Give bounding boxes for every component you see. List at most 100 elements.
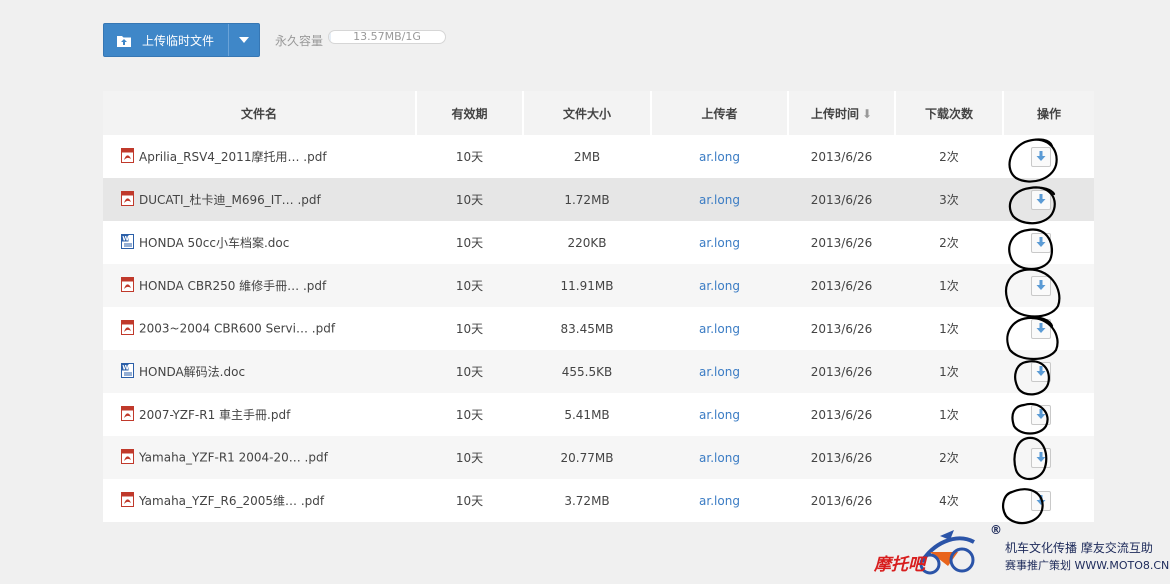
table-header-row: 文件名 有效期 文件大小 上传者 上传时间 ⬇ 下载次数 操作 xyxy=(103,91,1094,135)
uploader-link[interactable]: ar.long xyxy=(699,279,740,293)
quota-text: 13.57MB/1G xyxy=(353,30,421,43)
uploader-cell: ar.long xyxy=(651,436,788,479)
uploader-link[interactable]: ar.long xyxy=(699,408,740,422)
file-name-cell[interactable]: W HONDA解码法.doc xyxy=(103,350,416,393)
validity-cell: 10天 xyxy=(416,264,523,307)
file-name[interactable]: 2007-YZF-R1 車主手冊.pdf xyxy=(139,408,290,422)
file-name[interactable]: HONDA 50cc小车档案.doc xyxy=(139,236,289,250)
file-name[interactable]: Yamaha_YZF-R1 2004-20… .pdf xyxy=(139,451,328,465)
sort-down-icon: ⬇ xyxy=(861,106,873,121)
download-count-cell: 1次 xyxy=(895,264,1003,307)
table-row[interactable]: 2003~2004 CBR600 Servi… .pdf 10天 83.45MB ar… xyxy=(103,307,1094,350)
download-arrow-icon xyxy=(1036,451,1045,462)
file-table: 文件名 有效期 文件大小 上传者 上传时间 ⬇ 下载次数 操作 Aprilia_R… xyxy=(103,91,1094,522)
table-row[interactable]: 2007-YZF-R1 車主手冊.pdf 10天 5.41MB ar.long 2013… xyxy=(103,393,1094,436)
download-button[interactable] xyxy=(1030,232,1051,253)
word-file-icon: W xyxy=(120,234,135,249)
download-count-cell: 1次 xyxy=(895,393,1003,436)
download-count-cell: 1次 xyxy=(895,307,1003,350)
table-row[interactable]: W HONDA 50cc小车档案.doc 10天 220KB ar.long 2013/6… xyxy=(103,221,1094,264)
uploader-link[interactable]: ar.long xyxy=(699,193,740,207)
validity-cell: 10天 xyxy=(416,307,523,350)
header-file-size[interactable]: 文件大小 xyxy=(523,91,652,135)
uploader-link[interactable]: ar.long xyxy=(699,150,740,164)
pdf-file-icon xyxy=(120,492,135,507)
file-size-cell: 3.72MB xyxy=(523,479,651,522)
header-upload-time[interactable]: 上传时间 ⬇ xyxy=(788,91,896,135)
quota-progress-bar: 13.57MB/1G xyxy=(328,30,446,44)
file-name-cell[interactable]: DUCATI_杜卡迪_M696_IT… .pdf xyxy=(103,178,416,221)
file-name[interactable]: Yamaha_YZF_R6_2005维… .pdf xyxy=(139,494,324,508)
validity-cell: 10天 xyxy=(416,479,523,522)
file-name[interactable]: HONDA CBR250 維修手冊… .pdf xyxy=(139,279,326,293)
upload-folder-icon xyxy=(117,35,131,47)
download-count-cell: 4次 xyxy=(895,479,1003,522)
header-download-count[interactable]: 下载次数 xyxy=(895,91,1004,135)
download-button[interactable] xyxy=(1030,361,1051,382)
download-count-cell: 2次 xyxy=(895,436,1003,479)
uploader-link[interactable]: ar.long xyxy=(699,451,740,465)
actions-cell xyxy=(1003,221,1094,264)
actions-cell xyxy=(1003,393,1094,436)
uploader-link[interactable]: ar.long xyxy=(699,322,740,336)
table-row[interactable]: Yamaha_YZF_R6_2005维… .pdf 10天 3.72MB ar.lon… xyxy=(103,479,1094,522)
download-arrow-icon xyxy=(1036,408,1045,419)
upload-time-cell: 2013/6/26 xyxy=(788,264,895,307)
file-name-cell[interactable]: 2007-YZF-R1 車主手冊.pdf xyxy=(103,393,416,436)
table-row[interactable]: Aprilia_RSV4_2011摩托用… .pdf 10天 2MB ar.long 2… xyxy=(103,135,1094,178)
uploader-link[interactable]: ar.long xyxy=(699,494,740,508)
file-name[interactable]: DUCATI_杜卡迪_M696_IT… .pdf xyxy=(139,193,321,207)
upload-temp-file-button[interactable]: 上传临时文件 xyxy=(103,23,260,57)
uploader-link[interactable]: ar.long xyxy=(699,365,740,379)
uploader-cell: ar.long xyxy=(651,307,788,350)
header-file-name[interactable]: 文件名 xyxy=(103,91,417,135)
moto8-watermark: 摩托吧 ® 机车文化传播 摩友交流互助 赛事推广策划 WWW.MOTO8.CN xyxy=(870,522,1170,584)
upload-time-cell: 2013/6/26 xyxy=(788,178,895,221)
file-name-cell[interactable]: W HONDA 50cc小车档案.doc xyxy=(103,221,416,264)
download-button[interactable] xyxy=(1030,404,1051,425)
file-name-cell[interactable]: Aprilia_RSV4_2011摩托用… .pdf xyxy=(103,135,416,178)
file-name-cell[interactable]: 2003~2004 CBR600 Servi… .pdf xyxy=(103,307,416,350)
table-row[interactable]: Yamaha_YZF-R1 2004-20… .pdf 10天 20.77MB ar.… xyxy=(103,436,1094,479)
download-arrow-icon xyxy=(1036,365,1045,376)
upload-label: 上传临时文件 xyxy=(142,33,215,48)
validity-cell: 10天 xyxy=(416,135,523,178)
header-validity[interactable]: 有效期 xyxy=(416,91,524,135)
download-button[interactable] xyxy=(1030,189,1051,210)
download-button[interactable] xyxy=(1030,447,1051,468)
upload-time-cell: 2013/6/26 xyxy=(788,436,895,479)
header-uploader[interactable]: 上传者 xyxy=(651,91,789,135)
upload-main-button[interactable]: 上传临时文件 xyxy=(104,24,228,56)
validity-cell: 10天 xyxy=(416,178,523,221)
pdf-file-icon xyxy=(120,320,135,335)
file-name-cell[interactable]: Yamaha_YZF-R1 2004-20… .pdf xyxy=(103,436,416,479)
file-name[interactable]: 2003~2004 CBR600 Servi… .pdf xyxy=(139,322,335,336)
upload-time-cell: 2013/6/26 xyxy=(788,221,895,264)
svg-text:摩托吧: 摩托吧 xyxy=(873,555,928,575)
download-button[interactable] xyxy=(1030,318,1051,339)
table-row[interactable]: W HONDA解码法.doc 10天 455.5KB ar.long 2013/6/26 1… xyxy=(103,350,1094,393)
caret-down-icon xyxy=(239,37,249,43)
download-button[interactable] xyxy=(1030,146,1051,167)
uploader-cell: ar.long xyxy=(651,264,788,307)
uploader-link[interactable]: ar.long xyxy=(699,236,740,250)
download-button[interactable] xyxy=(1030,275,1051,296)
file-name[interactable]: Aprilia_RSV4_2011摩托用… .pdf xyxy=(139,150,327,164)
download-arrow-icon xyxy=(1036,322,1045,333)
header-upload-time-label: 上传时间 xyxy=(810,106,859,121)
pdf-file-icon xyxy=(120,148,135,163)
moto8-logo: 摩托吧 ® xyxy=(873,523,1002,575)
file-name[interactable]: HONDA解码法.doc xyxy=(139,365,245,379)
table-row[interactable]: DUCATI_杜卡迪_M696_IT… .pdf 10天 1.72MB ar.long… xyxy=(103,178,1094,221)
pdf-file-icon xyxy=(120,449,135,464)
uploader-cell: ar.long xyxy=(651,178,788,221)
table-row[interactable]: HONDA CBR250 維修手冊… .pdf 10天 11.91MB ar.long… xyxy=(103,264,1094,307)
download-arrow-icon xyxy=(1036,150,1045,161)
upload-time-cell: 2013/6/26 xyxy=(788,479,895,522)
file-name-cell[interactable]: Yamaha_YZF_R6_2005维… .pdf xyxy=(103,479,416,522)
download-button[interactable] xyxy=(1030,490,1051,511)
file-name-cell[interactable]: HONDA CBR250 維修手冊… .pdf xyxy=(103,264,416,307)
upload-dropdown-toggle[interactable] xyxy=(229,24,259,56)
uploader-cell: ar.long xyxy=(651,135,788,178)
svg-text:W: W xyxy=(122,236,129,243)
